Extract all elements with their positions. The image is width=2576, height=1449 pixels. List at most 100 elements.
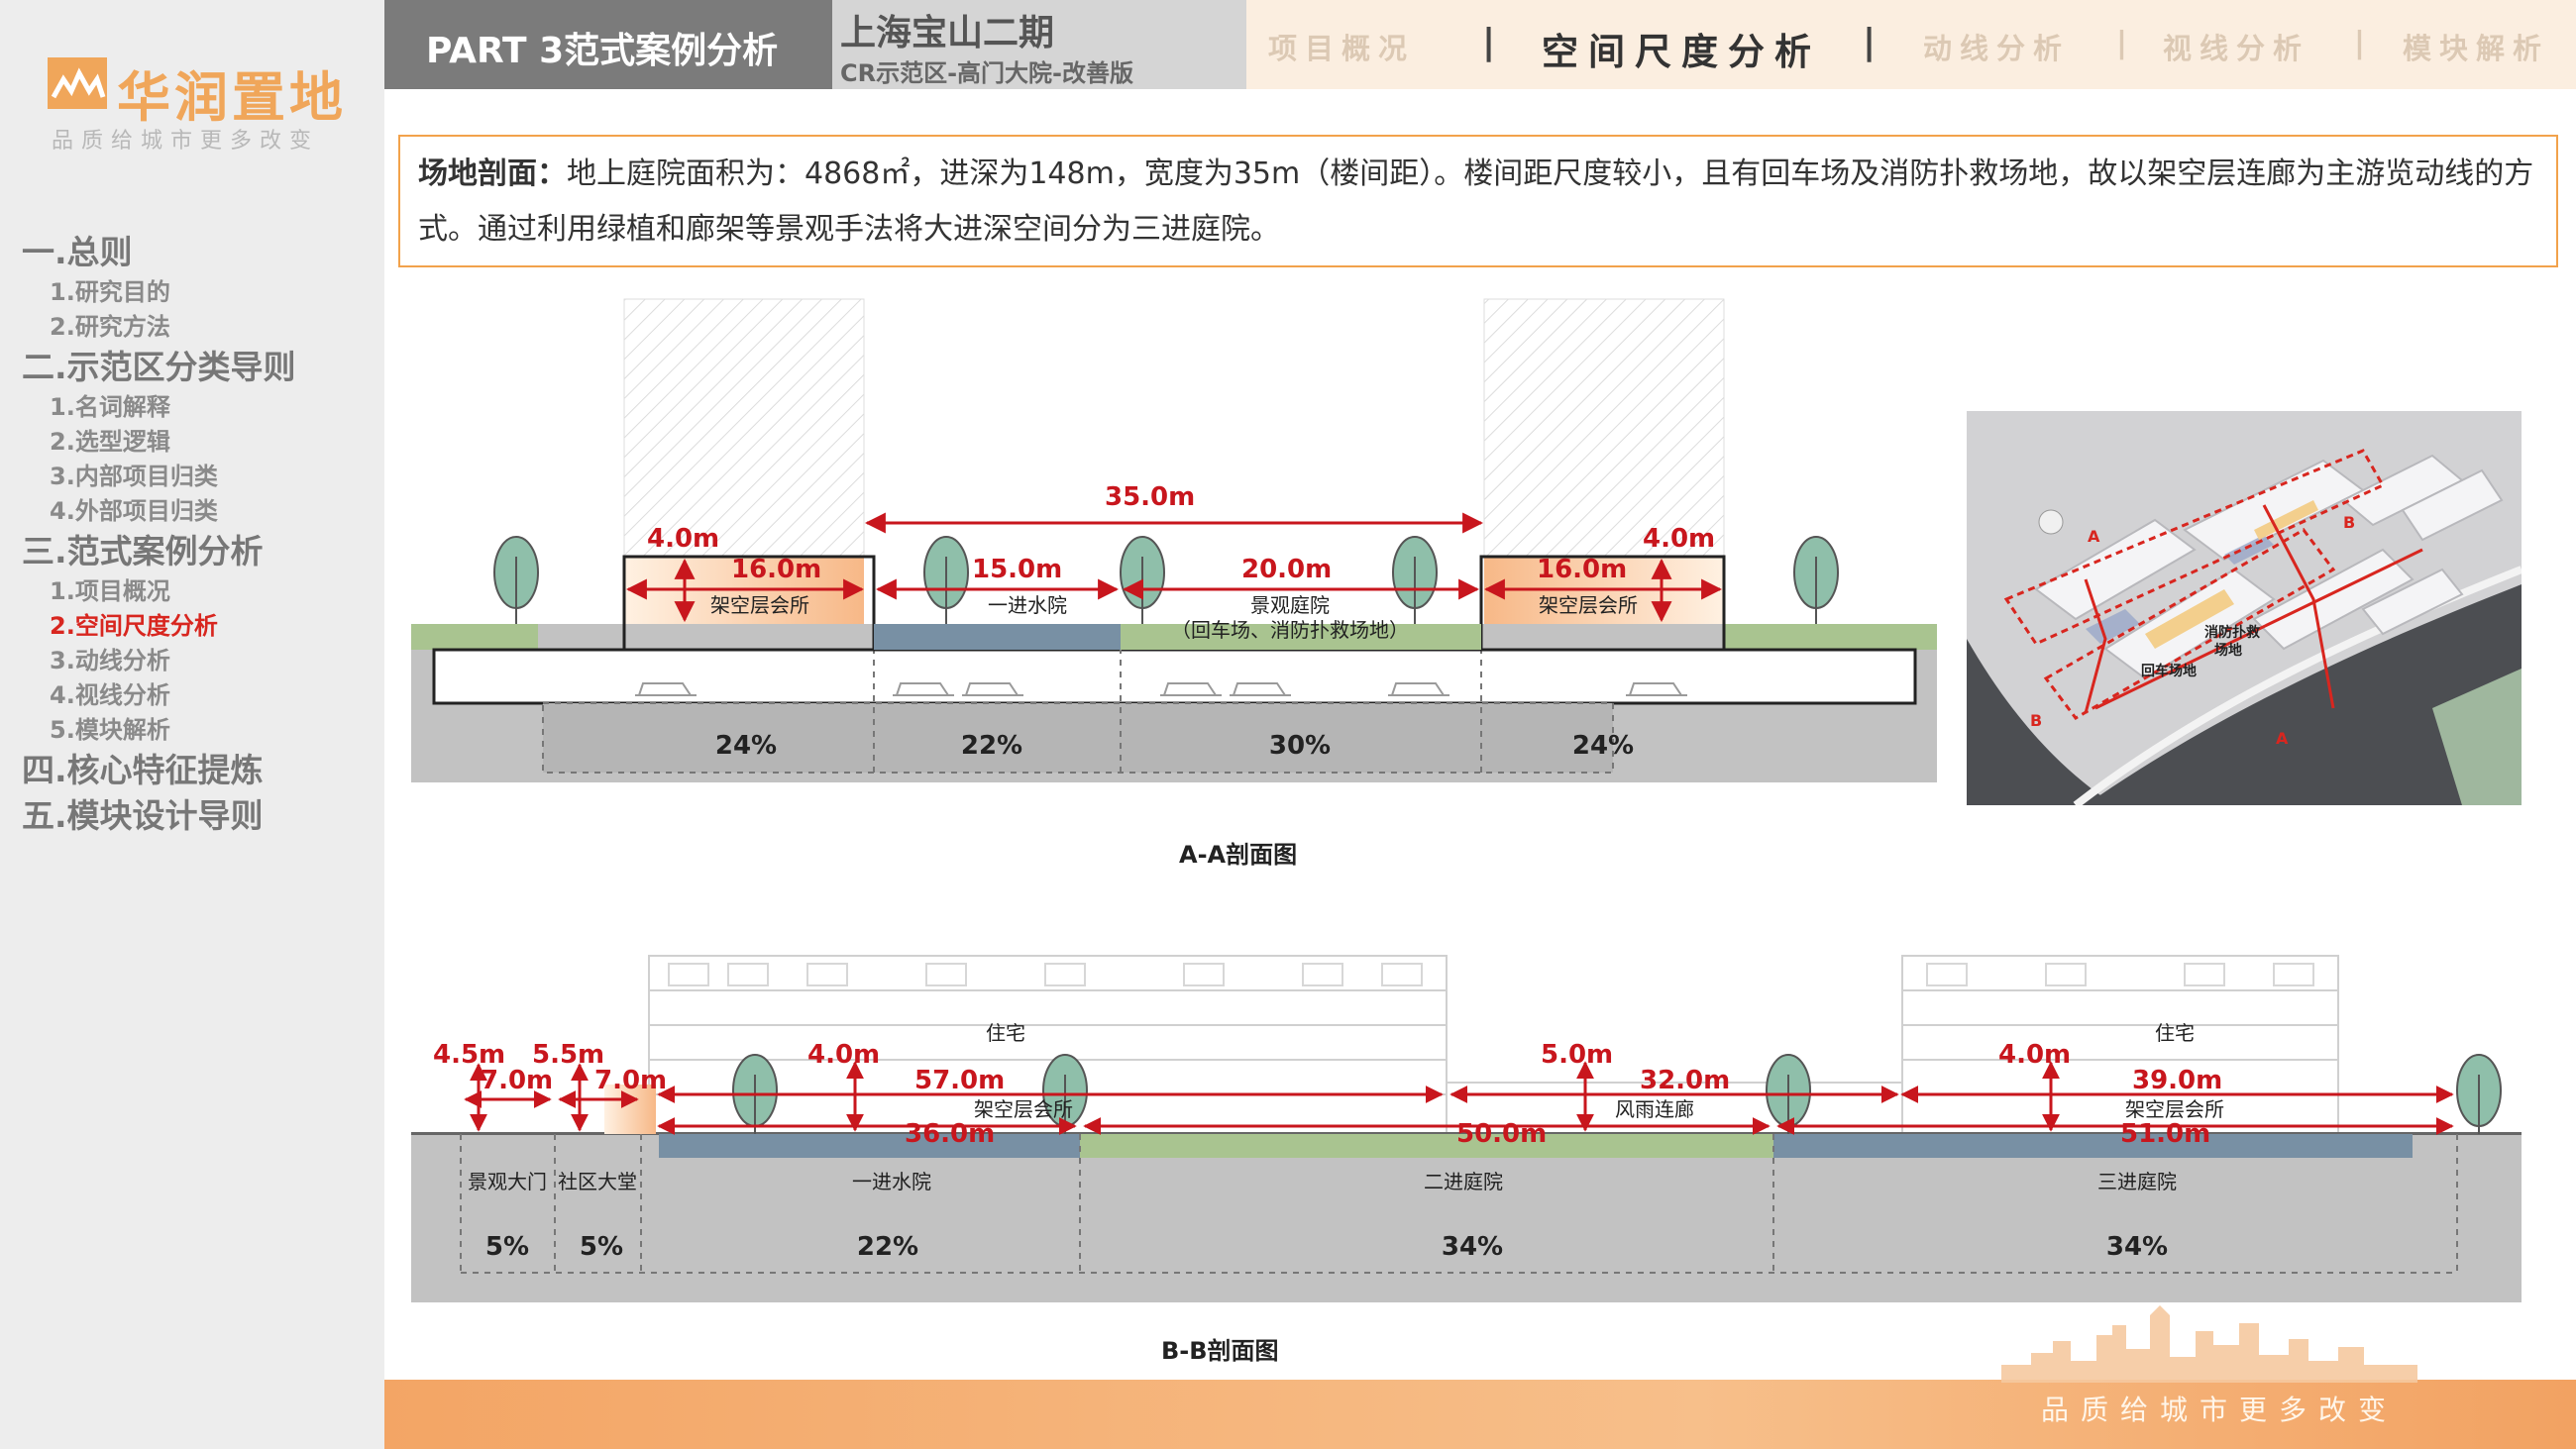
dim-landscape-court: 20.0m — [1241, 555, 1332, 584]
dim-total-width: 35.0m — [1105, 482, 1195, 512]
sidebar-nav: 一.总则 1.研究目的 2.研究方法 二.示范区分类导则 1.名词解释 2.选型… — [22, 230, 378, 839]
nav-item-research-method[interactable]: 2.研究方法 — [22, 310, 378, 345]
nav-item-internal-projects[interactable]: 3.内部项目归类 — [22, 460, 378, 494]
lawn-court-b — [1080, 1134, 1773, 1158]
structure-club-right: 架空层会所 — [2125, 1097, 2224, 1121]
zone-club-right: 架空层会所 — [1539, 593, 1638, 617]
tab-project-overview[interactable]: 项目概况 — [1268, 26, 1415, 67]
percent-community-lobby: 5% — [580, 1232, 623, 1262]
zone-water-court: 一进水院 — [988, 593, 1067, 617]
dim-water-court: 15.0m — [972, 555, 1062, 584]
tab-separator: | — [2354, 26, 2365, 60]
dim-upper-third: 39.0m — [2132, 1066, 2222, 1095]
dim-height-left: 4.0m — [647, 524, 719, 554]
dim-gate-width: 7.0m — [481, 1066, 553, 1095]
map-label-fire: 消防扑救 — [2204, 624, 2261, 641]
site-plan-map: A A B B 消防扑救 场地 回车场地 — [1967, 411, 2522, 805]
dim-upper-first: 57.0m — [914, 1066, 1005, 1095]
nav-section-module-guide[interactable]: 五.模块设计导则 — [22, 793, 378, 839]
nav-section-core-features[interactable]: 四.核心特征提炼 — [22, 748, 378, 793]
percent-club-left: 24% — [715, 731, 777, 761]
tab-space-scale[interactable]: 空间尺度分析 — [1542, 22, 1821, 75]
footer-slogan: 品质给城市更多改变 — [2041, 1394, 2399, 1426]
nav-item-project-overview[interactable]: 1.项目概况 — [22, 574, 378, 609]
dim-upper-second: 32.0m — [1640, 1066, 1730, 1095]
section-b-caption: B-B剖面图 — [1161, 1337, 1279, 1365]
map-label-b2: B — [2030, 711, 2042, 730]
structure-rain-corridor: 风雨连廊 — [1615, 1097, 1694, 1121]
map-label-a1: A — [2088, 527, 2100, 546]
dim-lower-second: 50.0m — [1456, 1119, 1547, 1149]
water-court-c — [1773, 1134, 2413, 1158]
brand-logo: 华润置地 品质给城市更多改变 — [48, 52, 345, 160]
map-label-fire-2: 场地 — [2214, 642, 2242, 659]
project-subtitle: CR示范区-高门大院-改善版 — [840, 59, 1134, 87]
analysis-tabs: 项目概况 | 空间尺度分析 | 动线分析 | 视线分析 | 模块解析 — [1246, 0, 2576, 89]
dim-height-right: 4.0m — [1643, 524, 1715, 554]
sidebar: 华润置地 品质给城市更多改变 一.总则 1.研究目的 2.研究方法 二.示范区分… — [0, 0, 384, 1449]
map-label-turnaround: 回车场地 — [2141, 663, 2197, 679]
nav-section-classification[interactable]: 二.示范区分类导则 — [22, 345, 378, 390]
dim-lower-third: 51.0m — [2120, 1119, 2210, 1149]
dim-club-right: 16.0m — [1537, 555, 1627, 584]
building-label-right: 住宅 — [2155, 1021, 2195, 1045]
dim-lobby-width: 7.0m — [594, 1066, 667, 1095]
zone-first-court: 一进水院 — [852, 1170, 931, 1193]
nav-item-selection-logic[interactable]: 2.选型逻辑 — [22, 425, 378, 460]
site-section-description: 场地剖面：地上庭院面积为：4868㎡，进深为148m，宽度为35m（楼间距）。楼… — [398, 135, 2558, 267]
nav-section-general[interactable]: 一.总则 — [22, 230, 378, 275]
percent-second-court: 34% — [1442, 1232, 1503, 1262]
percent-club-right: 24% — [1572, 731, 1634, 761]
percent-third-court: 34% — [2106, 1232, 2168, 1262]
percent-first-court: 22% — [857, 1232, 918, 1262]
brand-slogan: 品质给城市更多改变 — [52, 129, 320, 154]
zone-landscape-court: 景观庭院 — [1250, 593, 1330, 617]
nav-item-module[interactable]: 5.模块解析 — [22, 713, 378, 748]
dim-lower-first: 36.0m — [905, 1119, 995, 1149]
dim-height-club-left: 4.0m — [807, 1040, 880, 1070]
zone-landscape-note: （回车场、消防扑救场地） — [1171, 618, 1409, 642]
map-label-b1: B — [2343, 513, 2355, 532]
tower-left — [623, 298, 865, 558]
zone-third-court: 三进庭院 — [2097, 1170, 2177, 1193]
zone-second-court: 二进庭院 — [1424, 1170, 1503, 1193]
tab-separator: | — [2116, 26, 2127, 60]
water-court — [874, 624, 1121, 650]
nav-item-research-purpose[interactable]: 1.研究目的 — [22, 275, 378, 310]
dim-height-club-right: 4.0m — [1998, 1040, 2071, 1070]
section-b-drawing: 住宅 住宅 架空层会所 风雨连廊 架空层会所 4.5m 5.5m 4.0m 5.… — [411, 955, 2522, 1302]
water-court-b — [659, 1134, 1080, 1158]
nav-item-sightline[interactable]: 4.视线分析 — [22, 678, 378, 713]
tab-circulation[interactable]: 动线分析 — [1923, 26, 2070, 67]
nav-item-space-scale[interactable]: 2.空间尺度分析 — [22, 609, 378, 644]
project-name: 上海宝山二期 — [840, 13, 1055, 53]
ground-section-b — [411, 1134, 2522, 1302]
nav-item-circulation[interactable]: 3.动线分析 — [22, 644, 378, 678]
tab-sightline[interactable]: 视线分析 — [2163, 26, 2309, 67]
brand-name: 华润置地 — [117, 66, 347, 129]
structure-club-left: 架空层会所 — [974, 1097, 1073, 1121]
tab-module[interactable]: 模块解析 — [2403, 26, 2549, 67]
zone-landscape-gate: 景观大门 — [468, 1170, 547, 1193]
percent-landscape-court: 30% — [1269, 731, 1331, 761]
section-a-caption: A-A剖面图 — [1179, 841, 1298, 869]
tab-separator: | — [1863, 22, 1877, 62]
zone-community-lobby: 社区大堂 — [558, 1170, 637, 1193]
city-skyline-icon — [2001, 1305, 2417, 1383]
nav-section-case-analysis[interactable]: 三.范式案例分析 — [22, 529, 378, 574]
building-label-left: 住宅 — [986, 1021, 1025, 1045]
description-label: 场地剖面： — [418, 156, 567, 191]
tab-separator: | — [1482, 22, 1496, 62]
map-label-a2: A — [2276, 729, 2289, 748]
part-title: PART 3范式案例分析 — [384, 0, 832, 89]
nav-item-glossary[interactable]: 1.名词解释 — [22, 390, 378, 425]
zone-club-left: 架空层会所 — [710, 593, 809, 617]
section-a-drawing: 35.0m 4.0m 4.0m 16.0m 15.0m 20.0m 16.0m … — [411, 298, 1937, 782]
dim-club-left: 16.0m — [731, 555, 821, 584]
percent-water-court: 22% — [961, 731, 1022, 761]
logo-mark-icon — [48, 57, 107, 109]
nav-item-external-projects[interactable]: 4.外部项目归类 — [22, 494, 378, 529]
percent-landscape-gate: 5% — [485, 1232, 529, 1262]
project-header: 上海宝山二期 CR示范区-高门大院-改善版 — [832, 0, 1246, 89]
tower-right — [1483, 298, 1725, 558]
